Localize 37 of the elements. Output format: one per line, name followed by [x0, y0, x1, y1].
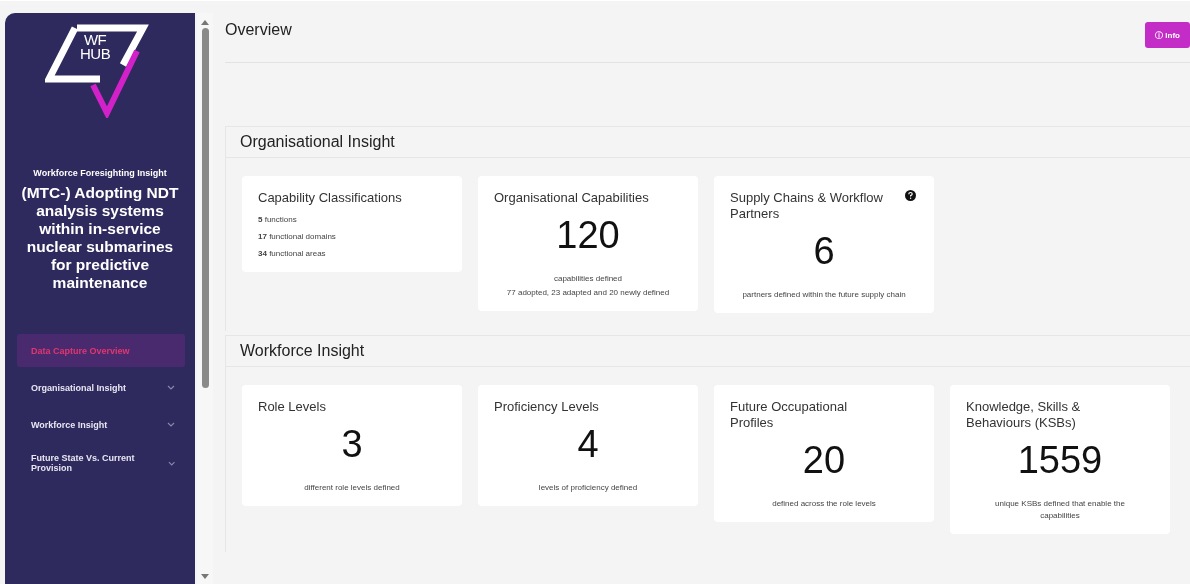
- project-title: (MTC-) Adopting NDT analysis systems within in-service nuclear submarines for predictive maintenance: [20, 184, 180, 292]
- stat-description: capabilities defined: [553, 273, 622, 285]
- stat-description: different role levels defined: [304, 482, 400, 494]
- section-header: Organisational Insight: [225, 126, 1190, 158]
- stat-value: 4: [576, 423, 600, 466]
- stat-value: 6: [812, 230, 836, 273]
- section-header: Workforce Insight: [225, 335, 1190, 367]
- stat-description: partners defined within the future supply chain: [742, 289, 906, 301]
- classification-line: 5 functions: [258, 214, 298, 226]
- sidebar-item[interactable]: Workforce Insight: [17, 408, 185, 441]
- card-title: Knowledge, Skills & Behaviours (KSBs): [966, 399, 1082, 431]
- stat-description: levels of proficiency defined: [538, 482, 638, 494]
- card-title: Proficiency Levels: [494, 399, 600, 415]
- sidebar-subtitle: Workforce Foresighting Insight: [33, 168, 167, 178]
- logo-text: WF HUB: [80, 33, 111, 61]
- stat-value: 120: [555, 214, 621, 257]
- page-title: Overview: [225, 21, 292, 39]
- sidebar-item[interactable]: Organisational Insight: [17, 371, 185, 404]
- classification-line: 17 functional domains: [258, 231, 337, 243]
- stat-value: 3: [340, 423, 364, 466]
- scroll-down-icon[interactable]: [201, 574, 209, 580]
- card-title: Future Occupational Profiles: [730, 399, 849, 431]
- stat-description: 77 adopted, 23 adapted and 20 newly defined: [506, 287, 670, 299]
- scrollbar-thumb[interactable]: [201, 28, 209, 388]
- stat-value: 1559: [1016, 439, 1104, 482]
- stat-description: defined across the role levels: [772, 498, 876, 510]
- card-title: Role Levels: [258, 399, 327, 415]
- card-title: Organisational Capabilities: [494, 190, 650, 206]
- stat-value: 20: [801, 439, 847, 482]
- scroll-up-icon[interactable]: [201, 19, 209, 25]
- sidebar-item[interactable]: Future State Vs. Current Provision: [17, 445, 185, 481]
- stat-description: unique KSBs defined that enable the capabilities: [994, 498, 1126, 522]
- classification-line: 34 functional areas: [258, 248, 327, 260]
- card-title: Supply Chains & Workflow Partners: [730, 190, 884, 222]
- card-title: Capability Classifications: [258, 190, 403, 206]
- info-button[interactable]: ⓘ Info: [1145, 22, 1190, 48]
- help-icon[interactable]: [905, 190, 916, 201]
